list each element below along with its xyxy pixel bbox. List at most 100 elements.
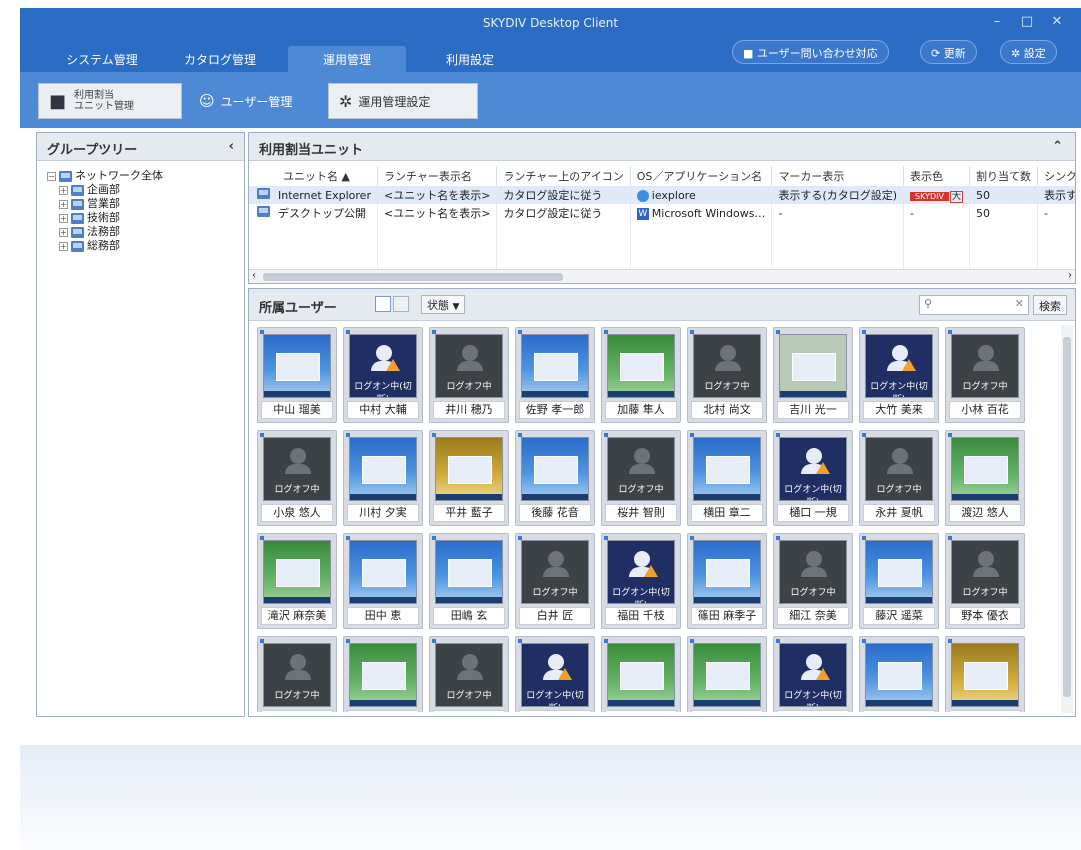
user-card[interactable] <box>859 636 939 712</box>
user-card[interactable]: 藤沢 遥菜 <box>859 533 939 629</box>
search-input[interactable] <box>938 297 1008 309</box>
unit-name: デスクトップ公開 <box>278 207 366 220</box>
search-button[interactable]: 検索 <box>1033 295 1067 315</box>
scroll-right-icon[interactable]: › <box>1068 270 1072 281</box>
tab-usage-settings[interactable]: 利用設定 <box>420 46 520 72</box>
scrollbar-thumb[interactable] <box>263 273 563 281</box>
tree-node[interactable]: + 総務部 <box>47 239 163 253</box>
user-card[interactable]: 横田 章二 <box>687 430 767 526</box>
user-card[interactable]: ログオフ中 <box>429 636 509 712</box>
user-card[interactable]: ログオン中(切断) <box>773 636 853 712</box>
column-header[interactable]: マーカー表示 <box>771 166 905 186</box>
user-card[interactable] <box>945 636 1025 712</box>
taskbar-preview <box>952 494 1018 500</box>
scrollbar-thumb[interactable] <box>1063 337 1071 697</box>
user-card[interactable]: 後藤 花音 <box>515 430 595 526</box>
user-card[interactable]: ログオフ中 井川 穂乃 <box>429 327 509 423</box>
status-filter-dropdown[interactable]: 状態 ▼ <box>421 295 466 314</box>
desktop-thumbnail <box>349 643 417 707</box>
expand-icon[interactable]: + <box>59 241 68 251</box>
user-name: 藤沢 遥菜 <box>863 607 935 625</box>
user-card[interactable]: ログオン中(切断) 中村 大輔 <box>343 327 423 423</box>
user-card[interactable] <box>687 636 767 712</box>
tree-node[interactable]: + 法務部 <box>47 225 163 239</box>
tree-node-label: ネットワーク全体 <box>75 169 163 182</box>
tab-catalog-management[interactable]: カタログ管理 <box>170 46 270 72</box>
user-card[interactable]: 川村 夕実 <box>343 430 423 526</box>
tree-node[interactable]: + 営業部 <box>47 197 163 211</box>
close-icon[interactable]: ✕ <box>1046 12 1068 32</box>
user-card[interactable]: ログオン中(切断) 福田 千枝 <box>601 533 681 629</box>
inquiry-button[interactable]: ■ ユーザー問い合わせ対応 <box>732 40 889 64</box>
group-tree-panel: グループツリー ‹ − ネットワーク全体 + 企画部 + 営業部 + 技術部 + 法務部 … <box>36 132 245 717</box>
user-card[interactable]: ログオフ中 小泉 悠人 <box>257 430 337 526</box>
collapse-left-icon[interactable]: ‹ <box>229 139 234 154</box>
minimize-icon[interactable]: – <box>986 12 1008 32</box>
user-card[interactable]: ログオン中(切断) <box>515 636 595 712</box>
tree-node[interactable]: + 企画部 <box>47 183 163 197</box>
column-header[interactable]: ランチャー表示名 <box>377 166 498 186</box>
collapse-up-icon[interactable]: ⌃ <box>1052 139 1063 154</box>
expand-icon[interactable]: + <box>59 199 68 209</box>
user-card[interactable]: ログオン中(切断) 樋口 一規 <box>773 430 853 526</box>
collapse-icon[interactable]: − <box>47 171 56 181</box>
expand-icon[interactable]: + <box>59 185 68 195</box>
user-card[interactable]: ログオフ中 桜井 智則 <box>601 430 681 526</box>
tab-operation-management[interactable]: 運用管理 <box>288 46 406 72</box>
user-card[interactable] <box>601 636 681 712</box>
user-card[interactable]: 田嶋 玄 <box>429 533 509 629</box>
tree-node-root[interactable]: − ネットワーク全体 <box>47 169 163 183</box>
column-header[interactable]: 表示色 <box>903 166 970 186</box>
column-header[interactable]: 割り当て数 <box>969 166 1038 186</box>
user-name: 北村 尚文 <box>691 401 763 419</box>
thumbnail-view-icon[interactable] <box>375 296 391 312</box>
expand-icon[interactable]: + <box>59 213 68 223</box>
scroll-left-icon[interactable]: ‹ <box>252 270 256 281</box>
horizontal-scrollbar[interactable]: ‹ › <box>249 269 1075 283</box>
user-card[interactable]: ログオフ中 <box>257 636 337 712</box>
user-card[interactable]: ログオフ中 白井 匠 <box>515 533 595 629</box>
user-card[interactable]: 佐野 孝一郎 <box>515 327 595 423</box>
desktop-thumbnail <box>779 334 847 398</box>
desktop-thumbnail: ログオン中(切断) <box>865 334 933 398</box>
tree-node[interactable]: + 技術部 <box>47 211 163 225</box>
maximize-icon[interactable]: □ <box>1016 12 1038 32</box>
column-header[interactable]: シンクライアン <box>1037 166 1075 186</box>
tab-system-management[interactable]: システム管理 <box>50 46 154 72</box>
column-header[interactable]: ユニット名 ▲ <box>249 166 378 186</box>
user-card[interactable]: ログオフ中北村 尚文 <box>687 327 767 423</box>
user-card[interactable]: 中山 瑠美 <box>257 327 337 423</box>
user-card[interactable]: 滝沢 麻奈美 <box>257 533 337 629</box>
ops-settings-button[interactable]: ✲ 運用管理設定 <box>328 83 478 119</box>
user-card[interactable]: 吉川 光一 <box>773 327 853 423</box>
column-header[interactable]: ランチャー上のアイコン <box>496 166 631 186</box>
user-card[interactable]: 田中 恵 <box>343 533 423 629</box>
table-row[interactable]: デスクトップ公開 <ユニット名を表示> カタログ設定に従う W Microsoft… <box>249 204 1075 222</box>
list-view-icon[interactable] <box>393 296 409 312</box>
unit-management-label: 利用割当 ユニット管理 <box>74 90 134 112</box>
settings-button[interactable]: ✲ 設定 <box>1000 40 1057 64</box>
user-card[interactable]: ログオフ中 小林 百花 <box>945 327 1025 423</box>
user-card[interactable]: ログオン中(切断) 大竹 美来 <box>859 327 939 423</box>
user-card[interactable]: 篠田 麻季子 <box>687 533 767 629</box>
desktop-thumbnail: ログオフ中 <box>263 437 331 501</box>
desktop-thumbnail: ログオフ中 <box>693 334 761 398</box>
user-card[interactable] <box>343 636 423 712</box>
expand-icon[interactable]: + <box>59 227 68 237</box>
user-card[interactable]: ログオフ中 野本 優衣 <box>945 533 1025 629</box>
clear-icon[interactable]: ✕ <box>1015 297 1024 310</box>
search-box[interactable]: ⚲ ✕ <box>919 295 1029 315</box>
user-management-button[interactable]: ☺ ユーザー管理 <box>188 83 324 119</box>
unit-mgmt-line1: 利用割当 <box>74 90 115 101</box>
table-row[interactable]: Internet Explorer <ユニット名を表示> カタログ設定に従う i… <box>249 186 1075 204</box>
user-name <box>433 710 505 712</box>
user-card[interactable]: 加藤 隼人 <box>601 327 681 423</box>
user-card[interactable]: ログオフ中 永井 夏帆 <box>859 430 939 526</box>
user-card[interactable]: 平井 藍子 <box>429 430 509 526</box>
column-header[interactable]: OS／アプリケーション名 <box>630 166 773 186</box>
user-card[interactable]: ログオフ中 細江 奈美 <box>773 533 853 629</box>
vertical-scrollbar[interactable] <box>1061 325 1073 713</box>
unit-management-button[interactable]: ■ 利用割当 ユニット管理 <box>38 83 182 119</box>
refresh-button[interactable]: ⟳ 更新 <box>920 40 977 64</box>
user-card[interactable]: 渡辺 悠人 <box>945 430 1025 526</box>
